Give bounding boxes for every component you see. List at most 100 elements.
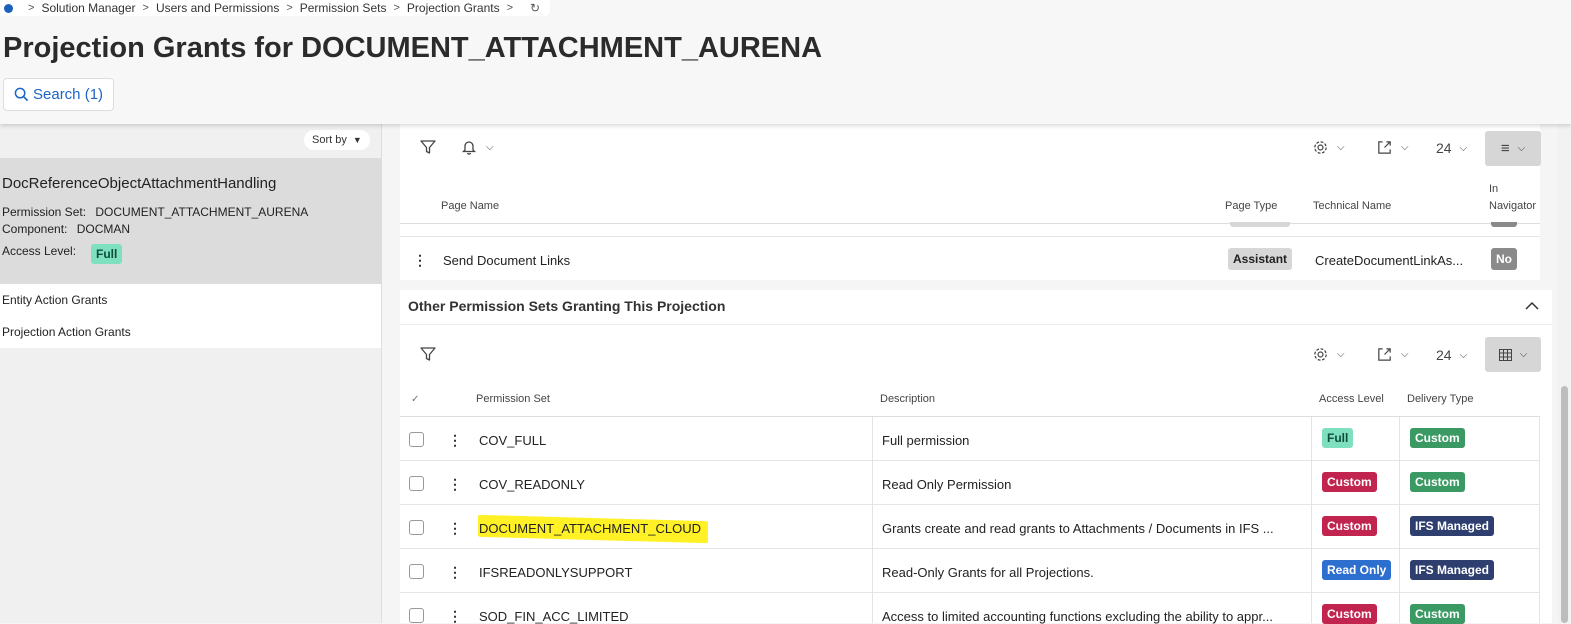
component-value: DOCMAN [76,222,131,236]
gear-icon [1314,348,1327,361]
row-menu-icon[interactable]: ⋮ [448,521,462,535]
sidebar-item-entity-action-grants[interactable]: Entity Action Grants [2,293,107,307]
column-header-permission-set[interactable]: Permission Set [476,393,550,405]
chevron-down-icon: ⌵ [1337,142,1345,153]
select-all-checkmark-icon[interactable]: ✓ [411,394,419,405]
header-divider [400,416,1540,417]
permission-set-cell[interactable]: IFSREADONLYSUPPORT [479,565,632,580]
page-size-dropdown[interactable]: 24 ⌵ [1436,347,1467,363]
permission-set-cell[interactable]: DOCUMENT_ATTACHMENT_CLOUD [479,521,701,536]
row-checkbox[interactable] [409,608,424,623]
description-cell: Access to limited accounting functions e… [882,609,1273,624]
gear-icon [1314,141,1327,154]
list-view-icon: ≡ [1500,140,1510,157]
permission-set-cell[interactable]: COV_FULL [479,433,546,448]
chevron-down-icon: ⌵ [1459,142,1468,154]
export-icon [1378,348,1391,361]
home-icon[interactable] [4,3,13,13]
view-toggle-button[interactable]: ≡ ⌵ [1485,131,1541,166]
access-level-badge: Full [1322,428,1354,448]
column-header-delivery-type[interactable]: Delivery Type [1407,393,1473,405]
page-size-value: 24 [1436,140,1452,156]
access-level-badge: Custom [1322,472,1377,492]
description-cell: Read Only Permission [882,477,1012,492]
column-header-access-level[interactable]: Access Level [1319,393,1384,405]
table-view-icon [1498,348,1512,361]
column-header-technical-name[interactable]: Technical Name [1313,200,1391,212]
column-header-description[interactable]: Description [880,393,935,405]
page-type-badge: Assistant [1228,248,1293,270]
page-title: Projection Grants for DOCUMENT_ATTACHMEN… [3,32,823,64]
chevron-right-icon: > [506,2,514,14]
permission-set-cell[interactable]: COV_READONLY [479,477,585,492]
row-menu-icon[interactable]: ⋮ [413,253,427,267]
settings-button[interactable]: ⌵ [1312,139,1345,156]
delivery-type-badge: IFS Managed [1410,560,1495,580]
page-size-dropdown[interactable]: 24 ⌵ [1436,140,1467,156]
view-toggle-button[interactable]: ⌵ [1485,337,1541,372]
breadcrumb-item[interactable]: Permission Sets [300,1,387,15]
row-checkbox[interactable] [409,520,424,535]
settings-button[interactable]: ⌵ [1312,346,1345,363]
row-menu-icon[interactable]: ⋮ [448,433,462,447]
export-button[interactable]: ⌵ [1376,139,1409,156]
description-cell: Grants create and read grants to Attachm… [882,521,1274,536]
row-checkbox[interactable] [409,432,424,447]
delivery-type-badge: Custom [1410,428,1465,448]
previous-row-badge [1230,222,1290,227]
breadcrumb-item[interactable]: Solution Manager [41,1,135,15]
page-name-cell[interactable]: Send Document Links [443,253,570,268]
chevron-down-icon: ⌵ [486,141,494,153]
notification-button[interactable]: ⌵ [460,138,494,156]
row-divider [400,504,1540,505]
column-header-in-navigator-line1[interactable]: In [1489,183,1498,195]
section-divider [400,324,1552,325]
row-checkbox[interactable] [409,476,424,491]
component-label: Component: [2,222,68,236]
top-bar: > Solution Manager > Users and Permissio… [0,0,1571,124]
row-checkbox[interactable] [409,564,424,579]
delivery-type-badge: IFS Managed [1410,516,1495,536]
breadcrumb-item[interactable]: Users and Permissions [156,1,279,15]
previous-row-badge [1491,222,1517,227]
chevron-down-icon: ⌵ [1519,349,1528,360]
filter-button[interactable] [419,138,437,156]
page-size-value: 24 [1436,347,1452,363]
row-divider [400,236,1540,237]
column-header-page-name[interactable]: Page Name [441,200,499,212]
chevron-down-icon: ⌵ [1517,143,1526,154]
export-button[interactable]: ⌵ [1376,346,1409,363]
column-header-in-navigator-line2[interactable]: Navigator [1489,200,1536,212]
in-navigator-badge: No [1491,248,1517,270]
access-level-badge: Custom [1322,516,1377,536]
chevron-down-icon: ⌵ [1459,349,1468,361]
breadcrumb-item[interactable]: Projection Grants [407,1,500,15]
chevron-down-icon: ⌵ [1337,349,1345,360]
chevron-up-icon [1525,301,1539,310]
row-menu-icon[interactable]: ⋮ [448,477,462,491]
permission-set-cell[interactable]: SOD_FIN_ACC_LIMITED [479,609,629,624]
row-menu-icon[interactable]: ⋮ [448,609,462,623]
chevron-down-icon: ⌵ [1401,142,1409,153]
search-icon [14,87,29,102]
chevron-right-icon: > [393,2,400,14]
refresh-icon[interactable]: ↻ [530,1,540,15]
chevron-right-icon: > [286,2,293,14]
access-level-badge: Full [91,244,123,264]
scrollbar-thumb[interactable] [1561,386,1568,623]
section-title: Other Permission Sets Granting This Proj… [408,298,726,314]
row-menu-icon[interactable]: ⋮ [448,565,462,579]
access-level-label: Access Level: [2,244,77,258]
sort-by-dropdown[interactable]: Sort by ▼ [304,130,370,150]
access-level-badge: Custom [1322,604,1377,624]
column-header-page-type[interactable]: Page Type [1225,200,1277,212]
filter-icon [420,140,436,154]
search-button[interactable]: Search (1) [3,78,115,111]
row-divider [400,548,1540,549]
card-title: DocReferenceObjectAttachmentHandling [2,175,277,192]
row-divider [400,592,1540,593]
row-divider [400,460,1540,461]
collapse-button[interactable] [1524,298,1540,314]
sidebar-item-projection-action-grants[interactable]: Projection Action Grants [2,325,131,339]
filter-button[interactable] [419,345,437,363]
